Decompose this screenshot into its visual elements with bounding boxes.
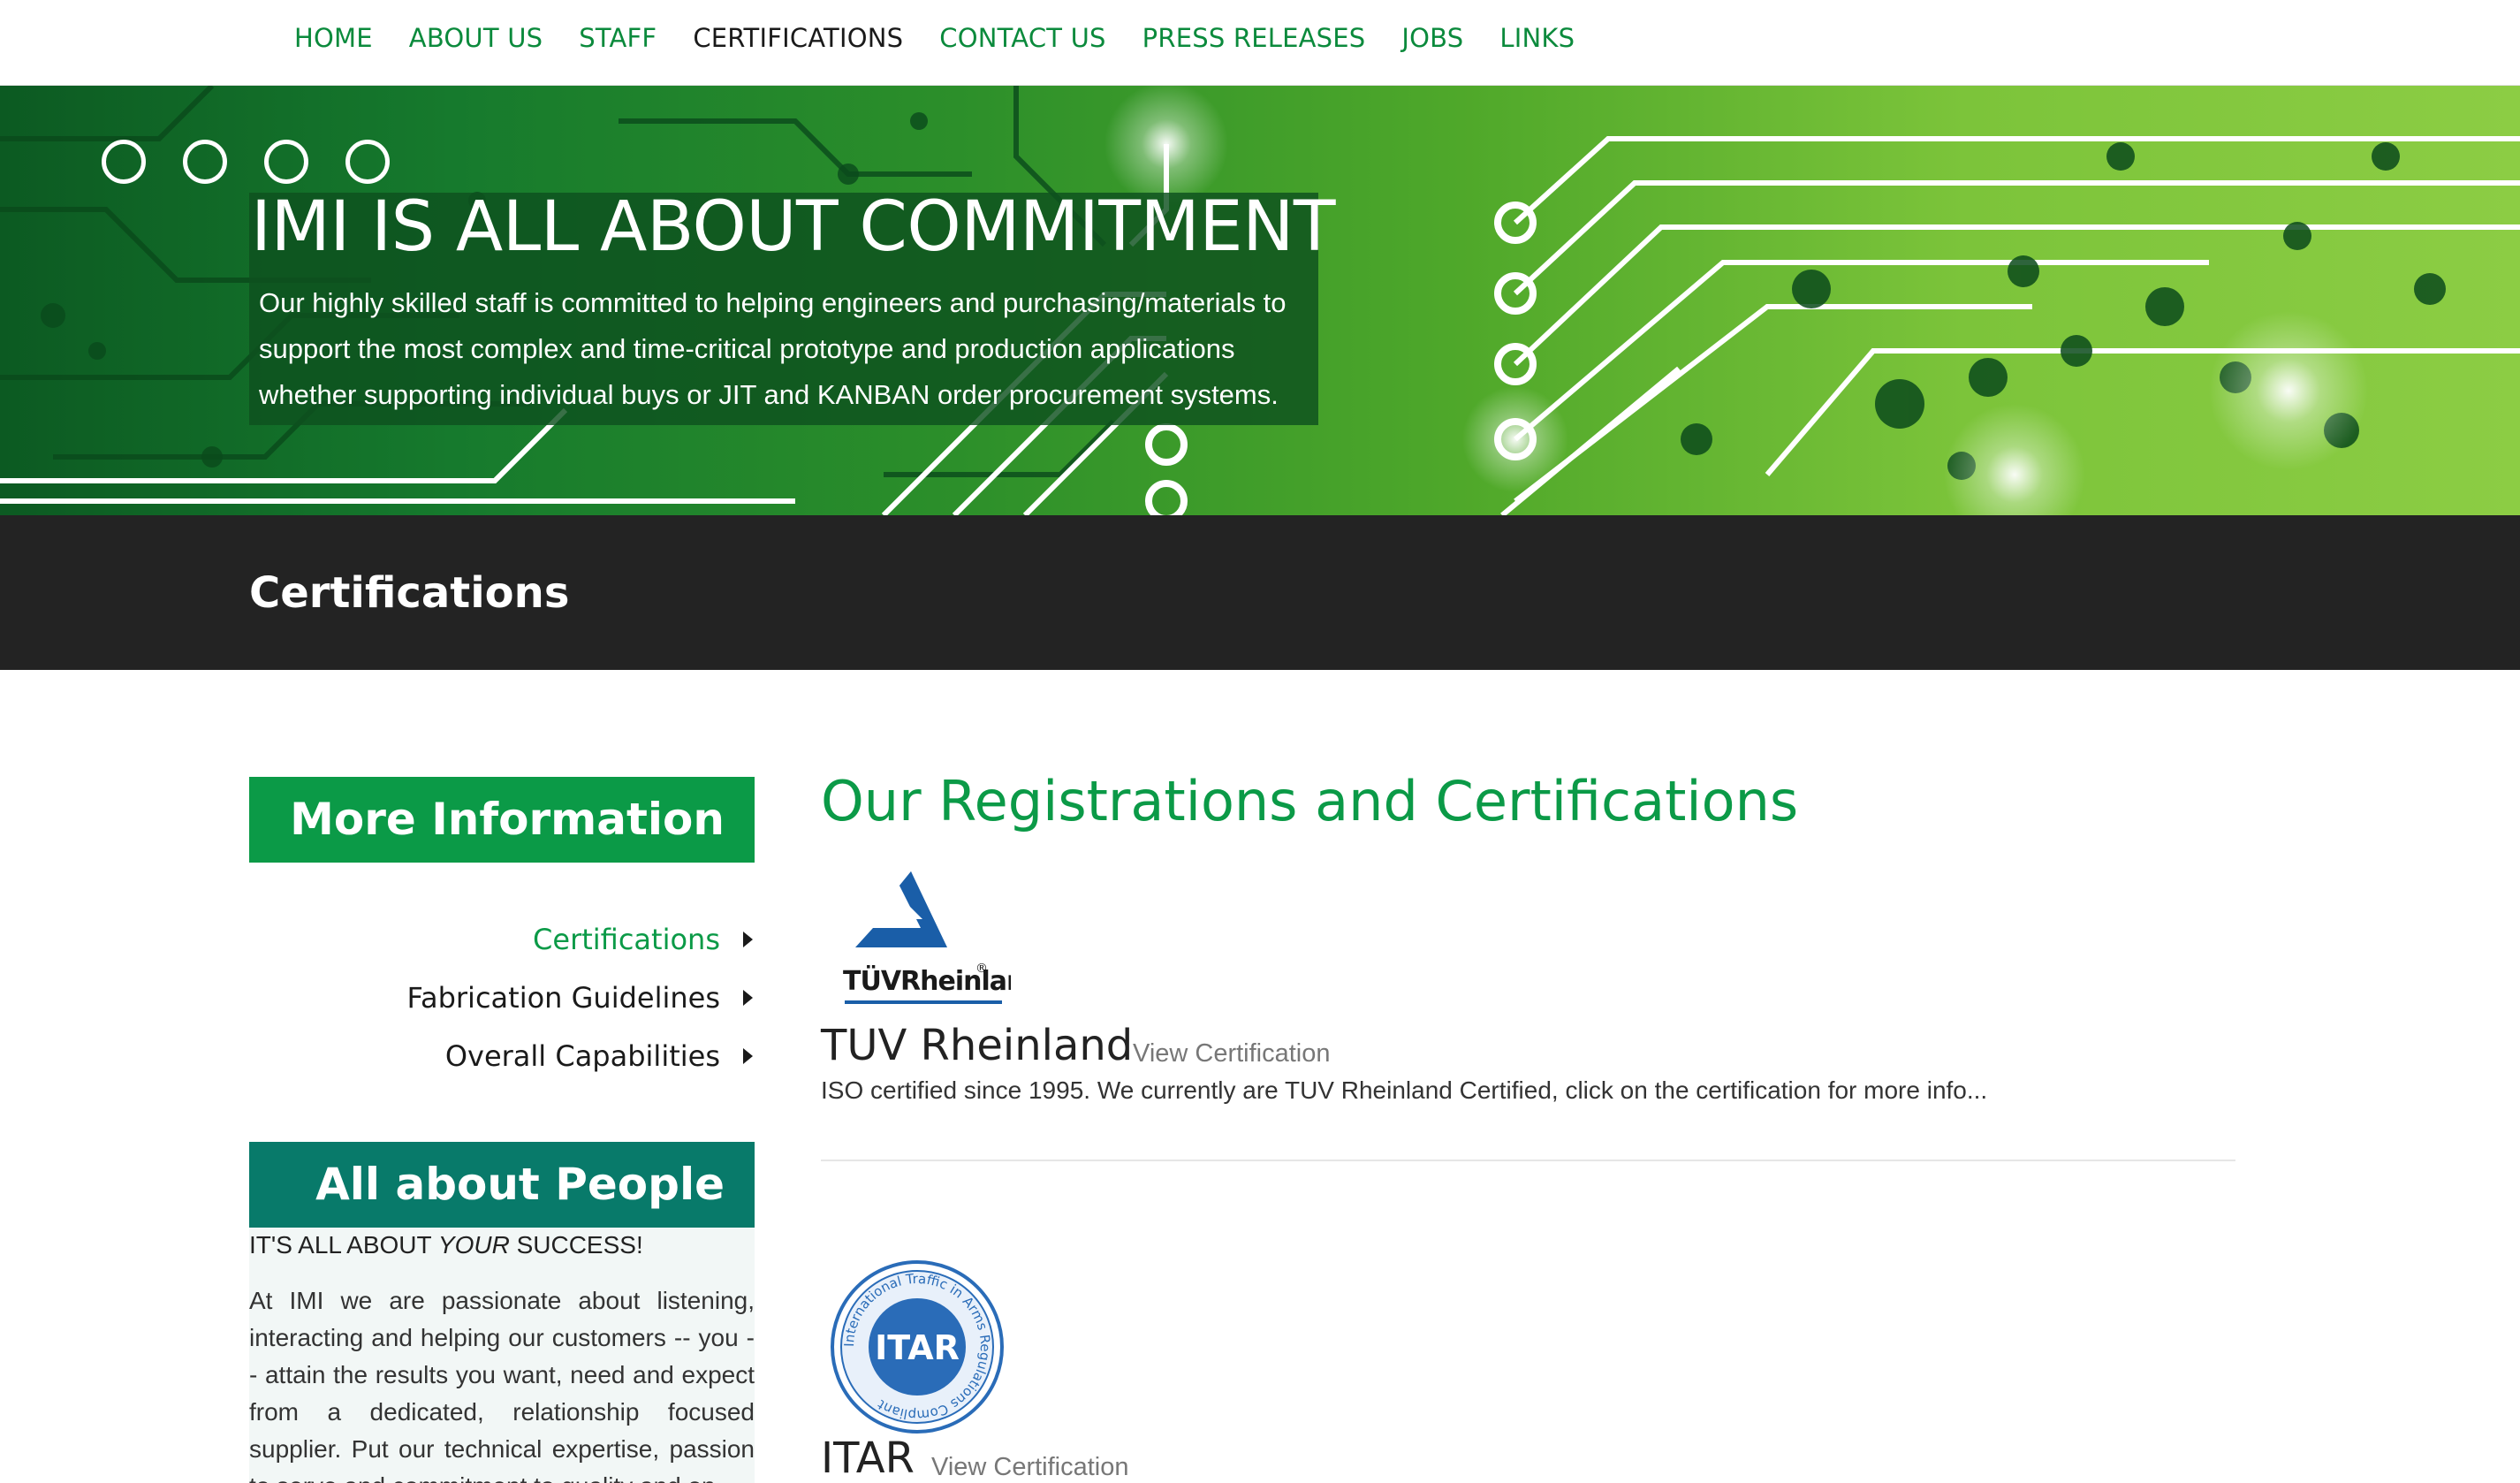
caret-right-icon [743,1048,753,1064]
tuv-rheinland-logo[interactable]: TÜVRheinland ® [834,866,1011,1015]
page-title-bar: Certifications [0,515,2520,670]
top-navigation: HOME ABOUT US STAFF CERTIFICATIONS CONTA… [0,0,2520,86]
slider-dots [102,140,390,184]
nav-item-jobs[interactable]: JOBS [1401,23,1463,53]
cert-description-tuv: ISO certified since 1995. We currently a… [821,1076,1988,1104]
sidebar-link-label: Certifications [533,923,720,956]
itar-logo-text: ITAR [875,1328,960,1367]
slider-dot-3[interactable] [264,140,308,184]
sidebar-link-certifications[interactable]: Certifications [249,910,755,969]
cert-divider [821,1160,2235,1161]
nav-item-about-us[interactable]: ABOUT US [409,23,543,53]
tagline-suffix: SUCCESS! [509,1231,643,1259]
view-certification-link-tuv[interactable]: View Certification [1133,1039,1331,1069]
nav-item-staff[interactable]: STAFF [579,23,657,53]
nav-item-contact-us[interactable]: CONTACT US [939,23,1105,53]
nav-item-certifications[interactable]: CERTIFICATIONS [693,23,903,53]
view-certification-link-itar[interactable]: View Certification [931,1453,1129,1482]
slider-dot-2[interactable] [183,140,227,184]
tagline-emphasis: YOUR [437,1231,510,1259]
slider-dot-4[interactable] [345,140,390,184]
people-tagline: IT'S ALL ABOUT YOUR SUCCESS! [249,1231,643,1259]
hero-description: Our highly skilled staff is committed to… [259,287,1287,410]
cert-name-tuv: TUV Rheinland [821,1021,1134,1070]
cert-name-itar: ITAR [821,1434,915,1483]
nav-item-press-releases[interactable]: PRESS RELEASES [1142,23,1366,53]
registered-mark: ® [975,962,988,976]
sidebar-link-label: Overall Capabilities [444,1039,720,1073]
sidebar-links: Certifications Fabrication Guidelines Ov… [249,910,755,1085]
hero-banner: IMI IS ALL ABOUT COMMITMENT Our highly s… [0,86,2520,515]
nav-item-links[interactable]: LINKS [1499,23,1575,53]
all-about-people-heading: All about People [249,1142,755,1228]
nav-item-home[interactable]: HOME [294,23,373,53]
hero-title: IMI IS ALL ABOUT COMMITMENT [251,187,1336,267]
slider-dot-1[interactable] [102,140,146,184]
page-title: Certifications [249,568,570,618]
tagline-prefix: IT'S ALL ABOUT [249,1231,438,1259]
sidebar-link-overall-capabilities[interactable]: Overall Capabilities [249,1027,755,1085]
people-paragraph: At IMI we are passionate about listening… [249,1287,755,1483]
itar-logo[interactable]: International Traffic in Arms Regulation… [829,1259,1006,1435]
registrations-heading: Our Registrations and Certifications [821,769,1799,833]
nav-menu: HOME ABOUT US STAFF CERTIFICATIONS CONTA… [294,23,1611,53]
sidebar-link-label: Fabrication Guidelines [406,981,721,1015]
caret-right-icon [743,932,753,947]
caret-right-icon [743,990,753,1006]
sidebar-link-fabrication-guidelines[interactable]: Fabrication Guidelines [249,969,755,1027]
people-panel: IT'S ALL ABOUT YOUR SUCCESS! At IMI we a… [249,1228,755,1483]
more-information-heading: More Information [249,777,755,863]
